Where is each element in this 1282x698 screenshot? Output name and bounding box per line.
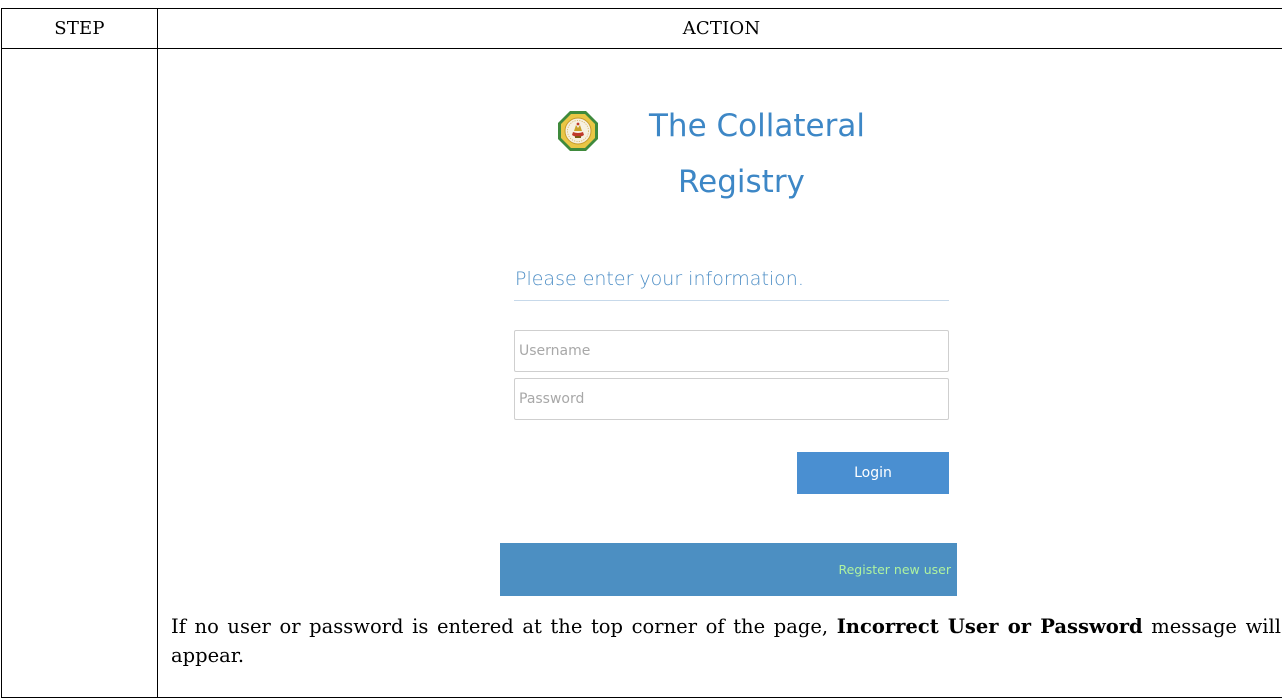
instruction-bold-message: Incorrect User or Password bbox=[836, 615, 1143, 638]
instruction-text-before: If no user or password is entered at the… bbox=[171, 615, 837, 638]
column-divider bbox=[157, 9, 158, 697]
prompt-underline bbox=[514, 300, 949, 301]
brand-title-line-2: Registry bbox=[678, 164, 805, 200]
header-action: ACTION bbox=[682, 18, 761, 39]
register-bar: Register new user bbox=[500, 543, 957, 596]
collateral-registry-seal-icon bbox=[558, 111, 598, 151]
password-input[interactable] bbox=[514, 378, 949, 420]
header-step: STEP bbox=[54, 18, 105, 39]
register-new-user-link[interactable]: Register new user bbox=[838, 562, 951, 577]
login-button[interactable]: Login bbox=[797, 452, 949, 494]
login-prompt: Please enter your information. bbox=[515, 268, 804, 290]
instruction-paragraph: If no user or password is entered at the… bbox=[171, 612, 1281, 670]
username-input[interactable] bbox=[514, 330, 949, 372]
brand-title-line-1: The Collateral bbox=[649, 108, 865, 144]
